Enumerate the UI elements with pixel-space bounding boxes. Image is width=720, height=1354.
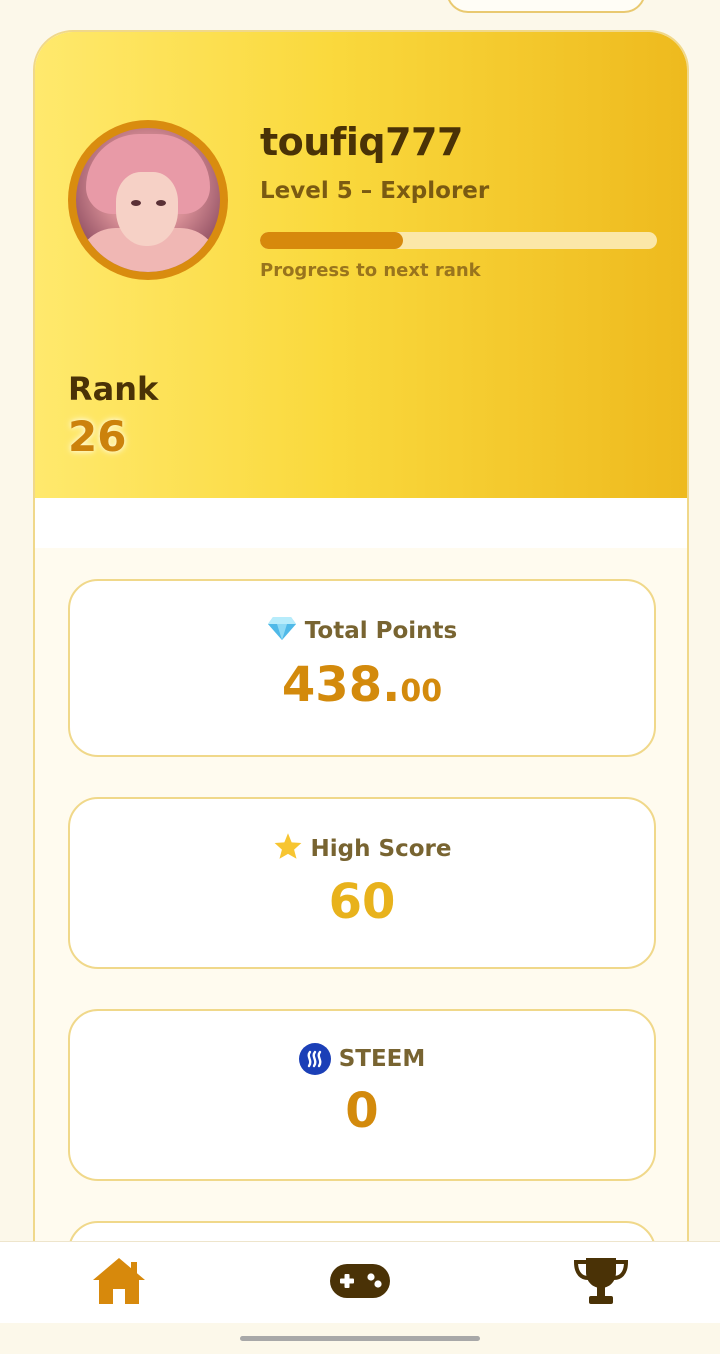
bottom-nav (0, 1241, 720, 1323)
steem-value: 0 (345, 1083, 379, 1139)
stat-card-total-points: Total Points 438.00 (68, 579, 656, 757)
stat-label: High Score (310, 836, 452, 862)
level-text: Level 5 – Explorer (260, 178, 490, 204)
gem-icon (267, 615, 297, 647)
nav-leaderboard-button[interactable] (571, 1256, 631, 1310)
steem-icon (298, 1043, 331, 1075)
rank-value: 26 (68, 412, 127, 461)
username: toufiq777 (260, 120, 463, 164)
progress-label: Progress to next rank (260, 260, 481, 281)
avatar[interactable] (68, 120, 228, 280)
nav-home-button[interactable] (89, 1256, 149, 1310)
high-score-value: 60 (328, 874, 396, 930)
profile-card: toufiq777 Level 5 – Explorer Progress to… (33, 30, 689, 1290)
profile-header: toufiq777 Level 5 – Explorer Progress to… (35, 32, 687, 498)
stat-card-high-score: High Score 60 (68, 797, 656, 969)
trophy-icon (572, 1256, 630, 1310)
top-tab-pill[interactable] (446, 0, 646, 13)
stat-label: STEEM (338, 1046, 426, 1072)
total-points-decimal: 00 (400, 674, 443, 709)
home-icon (91, 1256, 147, 1310)
nav-games-button[interactable] (330, 1256, 390, 1310)
stat-card-steem: STEEM 0 (68, 1009, 656, 1181)
home-indicator[interactable] (240, 1336, 480, 1341)
rank-progress-bar (260, 232, 657, 249)
total-points-integer: 438. (281, 657, 401, 713)
avatar-image (76, 128, 220, 272)
total-points-value: 438.00 (70, 657, 654, 713)
rank-progress-fill (260, 232, 403, 249)
gamepad-icon (329, 1262, 391, 1304)
star-icon (273, 832, 303, 866)
stat-label: Total Points (304, 618, 458, 644)
rank-label: Rank (68, 370, 159, 408)
header-divider (35, 498, 687, 548)
